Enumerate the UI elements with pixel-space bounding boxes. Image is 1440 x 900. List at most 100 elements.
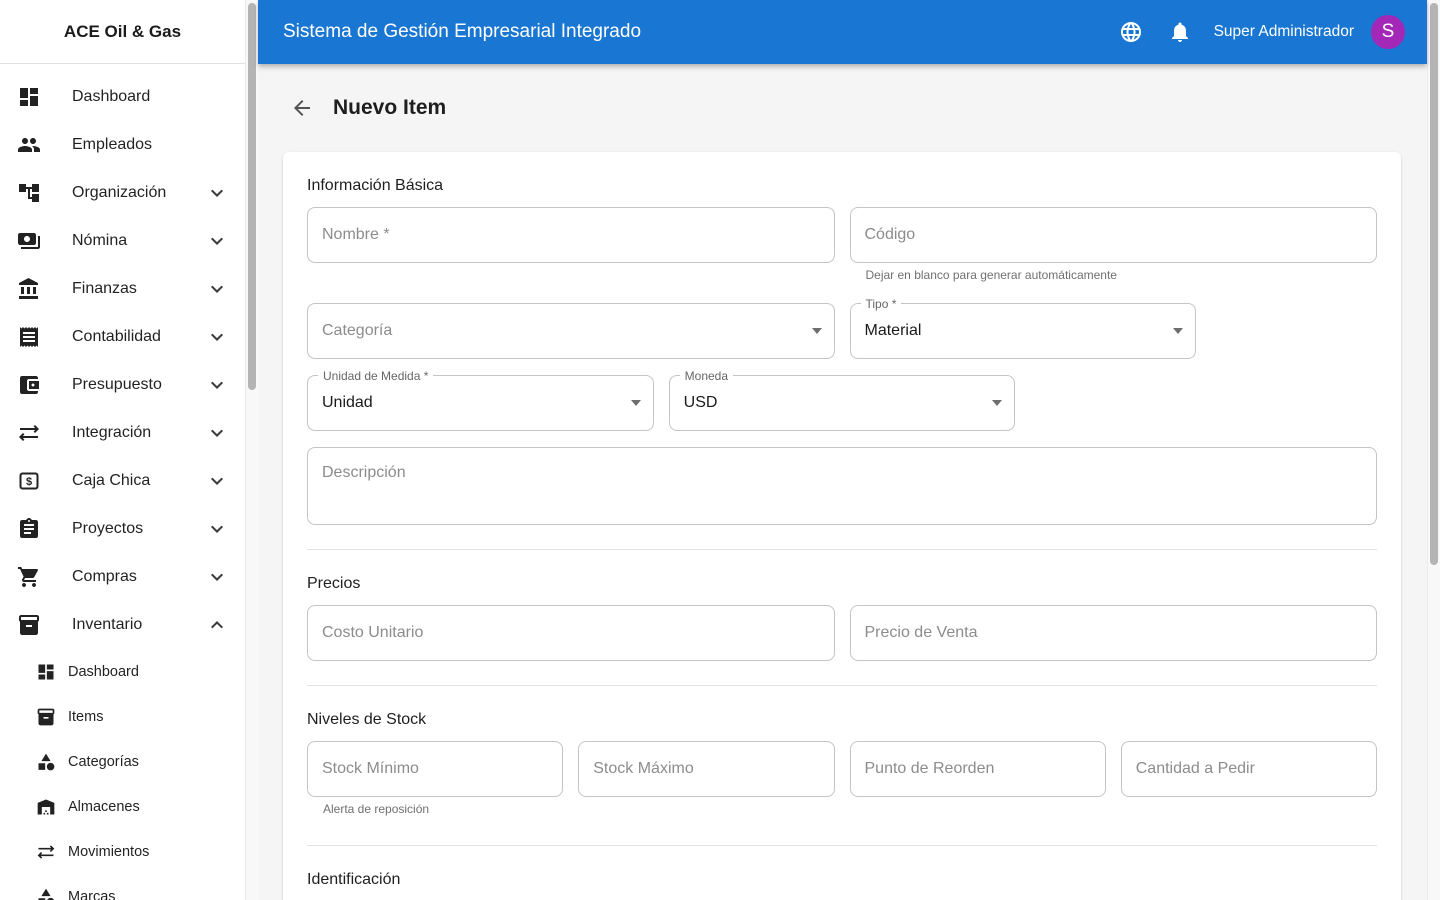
col-nombre [307, 207, 835, 263]
section-divider [307, 549, 1377, 550]
codigo-input[interactable] [850, 208, 1376, 262]
payments-icon [18, 233, 40, 249]
page-title: Nuevo Item [333, 96, 447, 119]
sidebar-scrollbar-thumb[interactable] [248, 3, 256, 390]
dropdown-arrow-icon [1173, 328, 1184, 334]
sidebar: ACE Oil & Gas Dashboard Empleados Organi… [0, 0, 245, 900]
moneda-select[interactable]: Moneda USD [668, 369, 1016, 431]
row-unidad-moneda: Unidad de Medida * Unidad Moneda USD [307, 369, 1377, 431]
bank-icon [19, 278, 38, 299]
swap-arrows-icon [37, 844, 55, 859]
precio-venta-input[interactable] [850, 606, 1376, 660]
sidebar-item-label: Presupuesto [72, 376, 162, 393]
row-stock: Alerta de reposición [307, 741, 1377, 816]
sidebar-item-integracion[interactable]: Integración [0, 409, 245, 457]
sidebar-subitem-label: Marcas [68, 888, 116, 900]
sidebar-item-organizacion[interactable]: Organización [0, 169, 245, 217]
col-venta [849, 605, 1377, 661]
sidebar-item-nomina[interactable]: Nómina [0, 217, 245, 265]
notifications-bell-icon[interactable] [1168, 20, 1192, 44]
page-content: Nuevo Item Información Básica Nombre * C… [258, 64, 1427, 900]
codigo-field [849, 207, 1377, 263]
sidebar-item-label: Proyectos [72, 520, 144, 537]
categoria-select[interactable]: Categoría [307, 303, 835, 359]
codigo-helper-text: Dejar en blanco para generar automáticam… [865, 268, 1117, 282]
page-scrollbar [1427, 0, 1440, 900]
sidebar-scrollbar [245, 0, 258, 900]
stock-minimo-helper-text: Alerta de reposición [323, 802, 430, 816]
section-title-informacion-basica: Información Básica [307, 177, 444, 194]
row-nombre-codigo: Dejar en blanco para generar automáticam… [307, 207, 1377, 282]
cart-icon [18, 567, 38, 587]
inventory-icon [19, 615, 39, 635]
chevron-down-icon [211, 237, 223, 245]
section-title-identificacion: Identificación [307, 871, 401, 888]
user-name: Super Administrador [1213, 23, 1354, 40]
user-avatar[interactable]: S [1371, 15, 1405, 49]
org-tree-icon [19, 184, 39, 202]
chevron-down-icon [211, 525, 223, 533]
costo-unitario-input[interactable] [308, 606, 834, 660]
category-icon [38, 888, 55, 900]
sidebar-item-proyectos[interactable]: Proyectos [0, 505, 245, 553]
section-divider [307, 685, 1377, 686]
sidebar-item-label: Finanzas [72, 280, 137, 297]
chevron-down-icon [211, 333, 223, 341]
col-cantidad-pedir [1120, 741, 1377, 797]
stock-maximo-input[interactable] [579, 742, 834, 796]
sidebar-item-empleados[interactable]: Empleados [0, 121, 245, 169]
people-icon [18, 138, 40, 152]
chevron-down-icon [211, 189, 223, 197]
sidebar-item-presupuesto[interactable]: Presupuesto [0, 361, 245, 409]
sidebar-subitem-movimientos[interactable]: Movimientos [0, 829, 245, 874]
sidebar-subitem-categorias[interactable]: Categorías [0, 739, 245, 784]
sidebar-item-inventario[interactable]: Inventario [0, 601, 245, 649]
row-precios [307, 605, 1377, 661]
moneda-label: Moneda [679, 369, 734, 383]
page-scrollbar-thumb[interactable] [1430, 3, 1438, 565]
app-root: ACE Oil & Gas Dashboard Empleados Organi… [0, 0, 1440, 900]
section-title-precios: Precios [307, 575, 361, 592]
tipo-select[interactable]: Tipo * Material [849, 297, 1197, 359]
appbar-title: Sistema de Gestión Empresarial Integrado [283, 21, 642, 42]
sidebar-item-compras[interactable]: Compras [0, 553, 245, 601]
nombre-field [307, 207, 835, 263]
descripcion-textarea[interactable] [308, 448, 1376, 524]
unidad-select[interactable]: Unidad de Medida * Unidad [307, 369, 654, 431]
category-icon [38, 753, 55, 770]
col-tipo: Tipo * Material [849, 297, 1197, 359]
sidebar-item-label: Dashboard [72, 88, 151, 105]
col-moneda: Moneda USD [668, 369, 1016, 431]
chevron-up-icon [211, 621, 223, 629]
sidebar-subitem-label: Categorías [68, 753, 139, 770]
sidebar-subitem-items[interactable]: Items [0, 694, 245, 739]
dashboard-icon [38, 664, 54, 679]
language-globe-icon[interactable] [1119, 20, 1143, 44]
sidebar-item-finanzas[interactable]: Finanzas [0, 265, 245, 313]
sidebar-subitem-inventario-dashboard[interactable]: Dashboard [0, 649, 245, 694]
nombre-input[interactable] [308, 208, 834, 262]
precio-venta-field [849, 605, 1377, 661]
unidad-value: Unidad [322, 394, 373, 411]
form-card: Información Básica Dejar en blanco para … [283, 152, 1401, 900]
sidebar-item-contabilidad[interactable]: Contabilidad [0, 313, 245, 361]
sidebar-subitem-marcas[interactable]: Marcas [0, 874, 245, 900]
sidebar-item-label: Compras [72, 568, 137, 585]
back-arrow-icon[interactable] [290, 96, 314, 120]
cantidad-pedir-input[interactable] [1121, 742, 1376, 796]
punto-reorden-field [849, 741, 1106, 797]
col-costo [307, 605, 835, 661]
sidebar-item-dashboard[interactable]: Dashboard [0, 73, 245, 121]
categoria-placeholder: Categoría [322, 322, 393, 339]
chevron-down-icon [211, 285, 223, 293]
dropdown-arrow-icon [992, 400, 1003, 406]
stock-minimo-input[interactable] [308, 742, 563, 796]
descripcion-field [307, 447, 1377, 525]
punto-reorden-input[interactable] [850, 742, 1105, 796]
costo-unitario-field [307, 605, 835, 661]
section-divider [307, 845, 1377, 846]
col-stock-minimo: Alerta de reposición [307, 741, 564, 816]
sidebar-item-caja-chica[interactable]: $ Caja Chica [0, 457, 245, 505]
sidebar-subitem-almacenes[interactable]: Almacenes [0, 784, 245, 829]
inventory-icon [37, 708, 55, 725]
